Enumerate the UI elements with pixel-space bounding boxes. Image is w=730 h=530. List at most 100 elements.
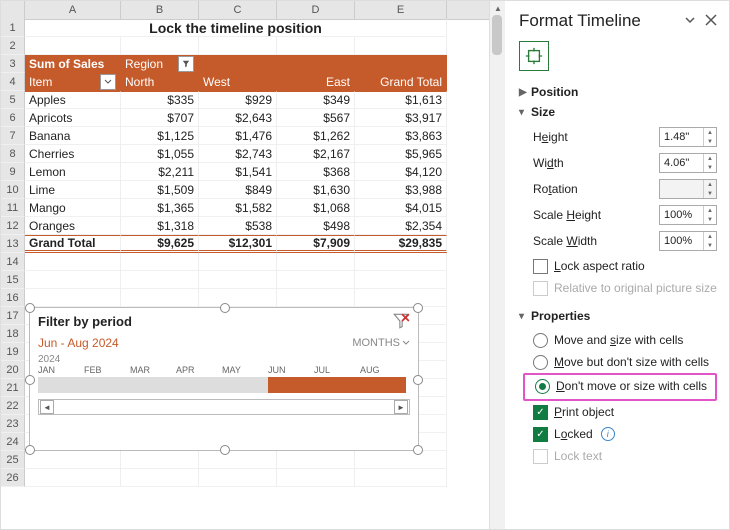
row-header[interactable]: 6: [1, 109, 25, 127]
cell[interactable]: West: [199, 73, 277, 91]
cell[interactable]: [199, 469, 277, 487]
cell[interactable]: $2,643: [199, 109, 277, 127]
cell[interactable]: [25, 271, 121, 289]
row-header[interactable]: 3: [1, 55, 25, 73]
cell[interactable]: $567: [277, 109, 355, 127]
info-icon[interactable]: i: [601, 427, 615, 441]
cell[interactable]: [199, 55, 277, 73]
timeline-bar[interactable]: [38, 377, 410, 393]
row-header[interactable]: 10: [1, 181, 25, 199]
row-header[interactable]: 12: [1, 217, 25, 235]
cell[interactable]: Oranges: [25, 217, 121, 235]
row-header[interactable]: 14: [1, 253, 25, 271]
cell[interactable]: Grand Total: [25, 235, 121, 253]
cell[interactable]: $3,917: [355, 109, 447, 127]
cell[interactable]: $2,211: [121, 163, 199, 181]
resize-handle[interactable]: [413, 375, 423, 385]
cell[interactable]: $1,055: [121, 145, 199, 163]
cell[interactable]: Sum of Sales: [25, 55, 121, 73]
cell[interactable]: [199, 451, 277, 469]
cell[interactable]: Lemon: [25, 163, 121, 181]
cell[interactable]: [199, 253, 277, 271]
cell[interactable]: [199, 289, 277, 307]
row-header[interactable]: 19: [1, 343, 25, 361]
cell[interactable]: [355, 253, 447, 271]
resize-handle[interactable]: [220, 303, 230, 313]
row-header[interactable]: 5: [1, 91, 25, 109]
cell[interactable]: $849: [199, 181, 277, 199]
row-header[interactable]: 2: [1, 37, 25, 55]
dont-move-size-radio[interactable]: Don't move or size with cells: [535, 375, 711, 397]
row-header[interactable]: 15: [1, 271, 25, 289]
scrollbar-thumb[interactable]: [492, 15, 502, 55]
lock-aspect-ratio-checkbox[interactable]: Lock aspect ratio: [533, 255, 717, 277]
cell[interactable]: $2,354: [355, 217, 447, 235]
col-header-A[interactable]: A: [25, 1, 121, 19]
resize-handle[interactable]: [220, 445, 230, 455]
row-header[interactable]: 13: [1, 235, 25, 253]
cell[interactable]: [355, 37, 447, 55]
cell[interactable]: North: [121, 73, 199, 91]
cell[interactable]: [355, 289, 447, 307]
cell[interactable]: [121, 469, 199, 487]
resize-handle[interactable]: [25, 445, 35, 455]
cell[interactable]: Apricots: [25, 109, 121, 127]
cell[interactable]: [277, 271, 355, 289]
col-header-C[interactable]: C: [199, 1, 277, 19]
cell[interactable]: [121, 37, 199, 55]
row-header[interactable]: 26: [1, 469, 25, 487]
cell[interactable]: [25, 469, 121, 487]
cell[interactable]: [25, 451, 121, 469]
row-header[interactable]: 18: [1, 325, 25, 343]
cell[interactable]: $1,125: [121, 127, 199, 145]
cell[interactable]: [277, 289, 355, 307]
row-header[interactable]: 9: [1, 163, 25, 181]
cell[interactable]: Apples: [25, 91, 121, 109]
row-header[interactable]: 20: [1, 361, 25, 379]
row-header[interactable]: 17: [1, 307, 25, 325]
cell[interactable]: [121, 289, 199, 307]
row-header[interactable]: 21: [1, 379, 25, 397]
locked-checkbox[interactable]: ✓Locked i: [533, 423, 717, 445]
cell[interactable]: [355, 271, 447, 289]
print-object-checkbox[interactable]: ✓Print object: [533, 401, 717, 423]
cell[interactable]: $335: [121, 91, 199, 109]
cell[interactable]: $3,863: [355, 127, 447, 145]
cell[interactable]: [25, 37, 121, 55]
row-header[interactable]: 7: [1, 127, 25, 145]
cell[interactable]: $1,068: [277, 199, 355, 217]
resize-handle[interactable]: [413, 445, 423, 455]
row-header[interactable]: 24: [1, 433, 25, 451]
timeline-unit-dropdown[interactable]: MONTHS: [352, 337, 410, 349]
resize-handle[interactable]: [25, 375, 35, 385]
row-header[interactable]: 16: [1, 289, 25, 307]
cell[interactable]: [277, 469, 355, 487]
section-size[interactable]: ▾Size: [519, 105, 717, 119]
cell[interactable]: $1,582: [199, 199, 277, 217]
cell[interactable]: Grand Total: [355, 73, 447, 91]
scroll-left-icon[interactable]: ◄: [40, 400, 54, 414]
pane-options-icon[interactable]: [683, 13, 697, 30]
row-header[interactable]: 1: [1, 19, 25, 37]
cell[interactable]: [277, 37, 355, 55]
close-icon[interactable]: [705, 13, 717, 29]
cell[interactable]: $29,835: [355, 235, 447, 253]
cell[interactable]: East: [277, 73, 355, 91]
scroll-up-icon[interactable]: ▲: [490, 1, 506, 15]
cell[interactable]: [25, 289, 121, 307]
cell[interactable]: [355, 55, 447, 73]
cell[interactable]: $1,630: [277, 181, 355, 199]
row-header[interactable]: 8: [1, 145, 25, 163]
row-header[interactable]: 22: [1, 397, 25, 415]
cell[interactable]: $9,625: [121, 235, 199, 253]
cell[interactable]: [355, 451, 447, 469]
cell[interactable]: $1,318: [121, 217, 199, 235]
scale-width-input[interactable]: 100%▲▼: [659, 231, 717, 251]
cell[interactable]: $5,965: [355, 145, 447, 163]
move-size-with-cells-radio[interactable]: Move and size with cells: [533, 329, 717, 351]
cell[interactable]: $7,909: [277, 235, 355, 253]
cell[interactable]: [121, 451, 199, 469]
cell[interactable]: $1,365: [121, 199, 199, 217]
move-not-size-radio[interactable]: Move but don't size with cells: [533, 351, 717, 373]
section-position[interactable]: ▶Position: [519, 85, 717, 99]
